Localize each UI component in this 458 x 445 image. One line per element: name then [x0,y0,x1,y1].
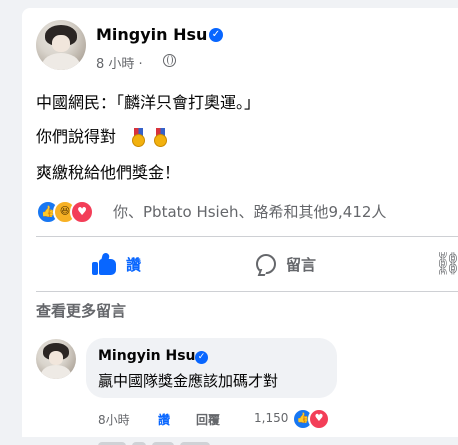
author-name[interactable]: Mingyin Hsu [96,25,207,44]
comment-time[interactable]: 8小時 [98,411,130,428]
like-button-label: 讚 [126,255,142,274]
view-more-comments-link[interactable]: 查看更多留言 [36,300,126,321]
thumbs-up-icon [92,252,116,275]
comment-button[interactable]: 留言 [256,243,316,285]
comment-text: 贏中國隊獎金應該加碼才對 [98,372,279,390]
gold-medal-icon [131,128,146,148]
comment-like-button[interactable]: 讚 [158,411,170,428]
share-button[interactable]: ⛓ [434,243,458,285]
comment-reply-button[interactable]: 回覆 [196,411,220,428]
verified-badge-icon: ✓ [195,351,208,364]
reaction-icons[interactable]: 👍 😆 ♥ [36,200,106,224]
commenter-name[interactable]: Mingyin Hsu [98,348,196,364]
comment-button-label: 留言 [286,255,317,274]
post-text-line-3: 爽繳稅給他們獎金！ [36,163,181,182]
love-reaction-icon: ♥ [70,200,94,224]
post-text-line-2: 你們說得對 [36,127,117,146]
author-avatar[interactable] [36,20,86,70]
love-reaction-icon: ♥ [308,408,330,430]
post-card: Mingyin Hsu ✓ 8 小時 · 中國網民：「麟洋只會打奧運。」 你們說… [22,8,458,445]
verified-badge-icon: ✓ [209,28,223,42]
commenter-avatar[interactable] [36,339,76,379]
comment-bubble-icon [256,254,276,274]
divider [36,236,458,237]
like-button[interactable]: 讚 [92,243,141,285]
next-comment-row-partial [98,436,228,445]
comment-reaction-count[interactable]: 1,150 [254,411,288,425]
reaction-summary[interactable]: 你、Pbtato Hsieh、路希和其他9,412人 [113,201,386,222]
gold-medal-icon [153,128,168,148]
post-time[interactable]: 8 小時 · [96,53,143,72]
globe-icon [163,54,176,67]
divider [36,291,458,292]
post-text-line-1: 中國網民：「麟洋只會打奧運。」 [36,93,261,112]
share-icon: ⛓ [434,251,458,277]
